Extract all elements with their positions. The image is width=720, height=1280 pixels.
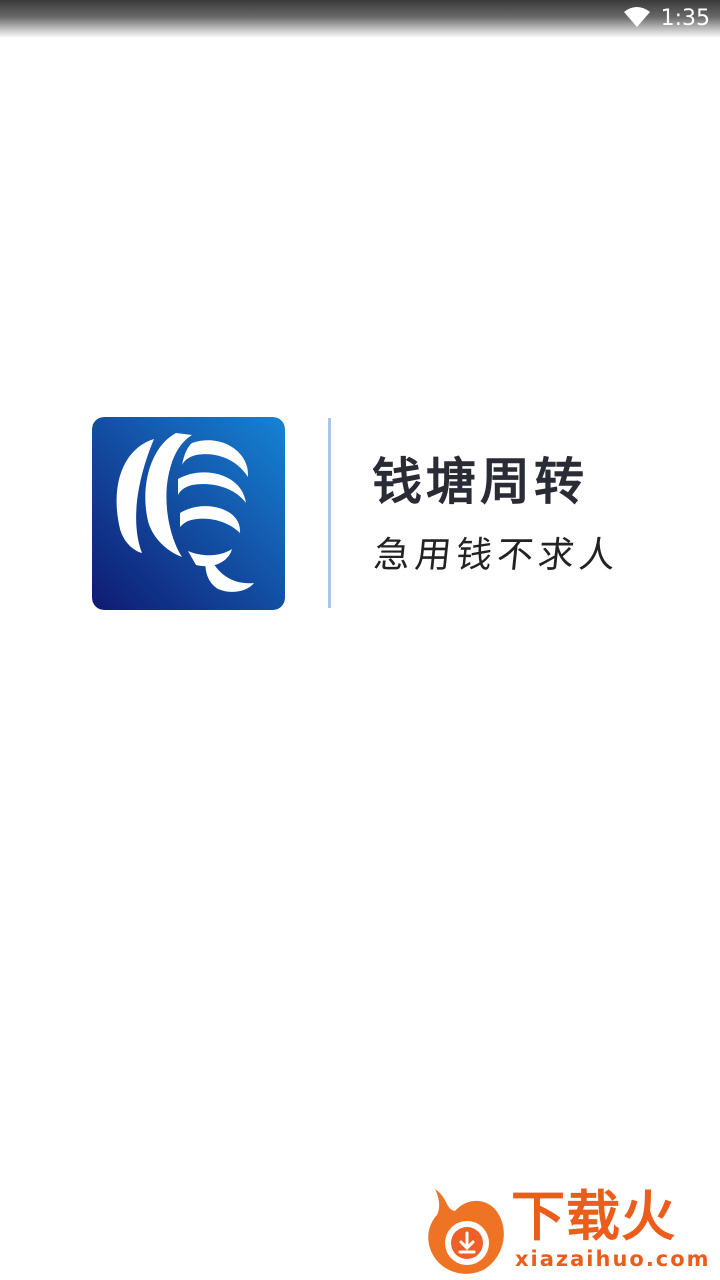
watermark: 下载火 xiazaihuo.com — [425, 1185, 715, 1275]
q-globe-logo-icon — [92, 417, 285, 610]
logo-divider — [328, 418, 331, 608]
fire-download-icon — [425, 1185, 509, 1279]
wifi-icon — [623, 6, 651, 32]
status-icons: 1:35 — [623, 4, 710, 34]
watermark-url: xiazaihuo.com — [515, 1247, 711, 1271]
app-slogan: 急用钱不求人 — [371, 535, 623, 576]
status-time: 1:35 — [660, 6, 710, 31]
app-name: 钱塘周转 — [372, 453, 588, 511]
status-bar: 1:35 — [0, 0, 720, 38]
watermark-name: 下载火 — [511, 1185, 676, 1248]
